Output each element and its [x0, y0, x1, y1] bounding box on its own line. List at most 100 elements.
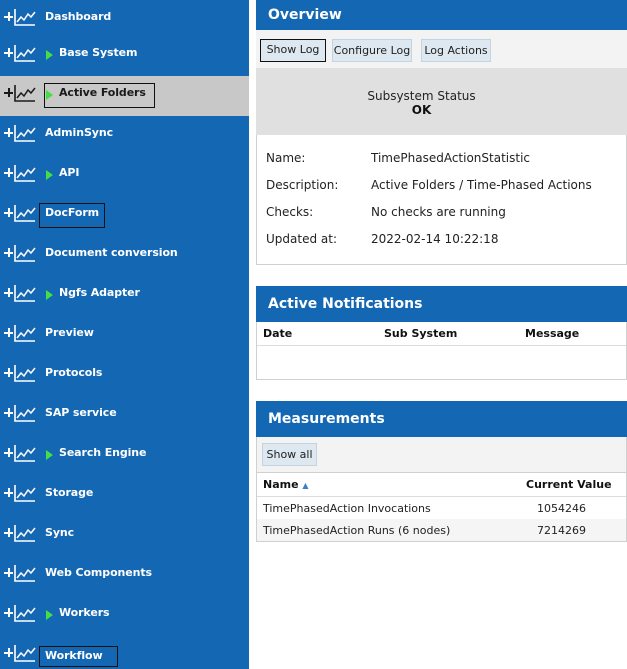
detail-key: Updated at: [266, 232, 337, 246]
measurement-name: TimePhasedAction Invocations [263, 502, 431, 515]
sidebar-item-search-engine[interactable]: Search Engine [0, 436, 249, 476]
plus-icon[interactable] [4, 248, 13, 257]
sidebar-item-label: Base System [59, 46, 138, 59]
line-chart-icon [14, 245, 36, 262]
line-chart-icon [14, 165, 36, 182]
line-chart-icon [14, 85, 36, 102]
line-chart-icon [14, 125, 36, 142]
sort-ascending-icon: ▲ [302, 481, 309, 490]
sidebar-item-label: Ngfs Adapter [59, 286, 140, 299]
detail-value: 2022-02-14 10:22:18 [371, 232, 499, 246]
show-all-button[interactable]: Show all [262, 443, 317, 466]
line-chart-icon [14, 365, 36, 382]
sidebar-item-sync[interactable]: Sync [0, 516, 249, 556]
triangle-right-icon[interactable] [46, 290, 53, 300]
sidebar-item-label: DocForm [45, 206, 100, 219]
plus-icon[interactable] [4, 408, 13, 417]
sidebar-item-preview[interactable]: Preview [0, 316, 249, 356]
sidebar-item-label: Workflow [45, 649, 103, 662]
line-chart-icon [14, 445, 36, 462]
triangle-right-icon[interactable] [46, 50, 53, 60]
sidebar-item-label: AdminSync [45, 126, 113, 139]
line-chart-icon [14, 645, 36, 662]
sidebar-item-label: Protocols [45, 366, 103, 379]
overview-header: Overview [256, 0, 627, 30]
line-chart-icon [14, 605, 36, 622]
line-chart-icon [14, 9, 36, 26]
plus-icon[interactable] [4, 648, 13, 657]
plus-icon[interactable] [4, 368, 13, 377]
plus-icon[interactable] [4, 208, 13, 217]
line-chart-icon [14, 45, 36, 62]
log-actions-button[interactable]: Log Actions [421, 39, 491, 62]
status-label: Subsystem Status [367, 89, 476, 103]
table-row[interactable]: TimePhasedAction Invocations 1054246 [257, 497, 626, 519]
measurement-value: 7214269 [537, 524, 586, 537]
detail-key: Checks: [266, 205, 314, 219]
plus-icon[interactable] [4, 48, 13, 57]
sidebar-item-api[interactable]: API [0, 156, 249, 196]
line-chart-icon [14, 325, 36, 342]
column-header-date[interactable]: Date [263, 327, 292, 340]
divider [257, 345, 626, 346]
measurement-name: TimePhasedAction Runs (6 nodes) [263, 524, 451, 537]
sidebar-item-storage[interactable]: Storage [0, 476, 249, 516]
sidebar-item-docform[interactable]: DocForm [0, 196, 249, 236]
sidebar-item-label: SAP service [45, 406, 117, 419]
sidebar-item-label: API [59, 166, 80, 179]
sidebar-item-sap-service[interactable]: SAP service [0, 396, 249, 436]
detail-key: Name: [266, 151, 306, 165]
plus-icon[interactable] [4, 528, 13, 537]
detail-key: Description: [266, 178, 339, 192]
line-chart-icon [14, 205, 36, 222]
table-row[interactable]: TimePhasedAction Runs (6 nodes) 7214269 [257, 519, 626, 541]
sidebar-item-label: Sync [45, 526, 75, 539]
sidebar-item-active-folders[interactable]: Active Folders [0, 76, 249, 116]
triangle-right-icon[interactable] [46, 450, 53, 460]
line-chart-icon [14, 405, 36, 422]
triangle-right-icon[interactable] [46, 610, 53, 620]
column-header-name-label: Name [263, 478, 299, 491]
overview-title: Overview [268, 7, 342, 23]
plus-icon[interactable] [4, 288, 13, 297]
sidebar-item-protocols[interactable]: Protocols [0, 356, 249, 396]
overview-details: Name: TimePhasedActionStatistic Descript… [256, 135, 627, 265]
plus-icon[interactable] [4, 488, 13, 497]
sidebar-item-document-conversion[interactable]: Document conversion [0, 236, 249, 276]
column-header-name[interactable]: Name ▲ [263, 478, 309, 491]
sidebar-item-dashboard[interactable]: Dashboard [0, 0, 249, 40]
measurement-value: 1054246 [537, 502, 586, 515]
triangle-right-icon[interactable] [46, 90, 53, 100]
sidebar-item-ngfs-adapter[interactable]: Ngfs Adapter [0, 276, 249, 316]
show-log-button[interactable]: Show Log [260, 39, 326, 62]
detail-value: TimePhasedActionStatistic [371, 151, 530, 165]
measurements-table: Name ▲ Current Value TimePhasedAction In… [256, 472, 627, 542]
detail-value: Active Folders / Time-Phased Actions [371, 178, 592, 192]
sidebar-item-workers[interactable]: Workers [0, 596, 249, 636]
sidebar-item-base-system[interactable]: Base System [0, 36, 249, 76]
column-header-current-value[interactable]: Current Value [526, 478, 612, 491]
column-header-subsystem[interactable]: Sub System [384, 327, 457, 340]
sidebar-item-label: Search Engine [59, 446, 147, 459]
plus-icon[interactable] [4, 88, 13, 97]
notifications-header: Active Notifications [256, 286, 627, 322]
plus-icon[interactable] [4, 568, 13, 577]
plus-icon[interactable] [4, 168, 13, 177]
measurements-title: Measurements [268, 411, 385, 427]
sidebar-item-adminsync[interactable]: AdminSync [0, 116, 249, 156]
configure-log-button[interactable]: Configure Log [332, 39, 412, 62]
detail-value: No checks are running [371, 205, 506, 219]
column-header-message[interactable]: Message [525, 327, 579, 340]
notifications-title: Active Notifications [268, 296, 423, 312]
line-chart-icon [14, 285, 36, 302]
sidebar-item-workflow[interactable]: Workflow [0, 636, 249, 669]
sidebar-item-web-components[interactable]: Web Components [0, 556, 249, 596]
triangle-right-icon[interactable] [46, 170, 53, 180]
plus-icon[interactable] [4, 12, 13, 21]
sidebar-item-label: Document conversion [45, 246, 178, 259]
sidebar-item-label: Storage [45, 486, 94, 499]
plus-icon[interactable] [4, 448, 13, 457]
plus-icon[interactable] [4, 128, 13, 137]
plus-icon[interactable] [4, 328, 13, 337]
plus-icon[interactable] [4, 608, 13, 617]
